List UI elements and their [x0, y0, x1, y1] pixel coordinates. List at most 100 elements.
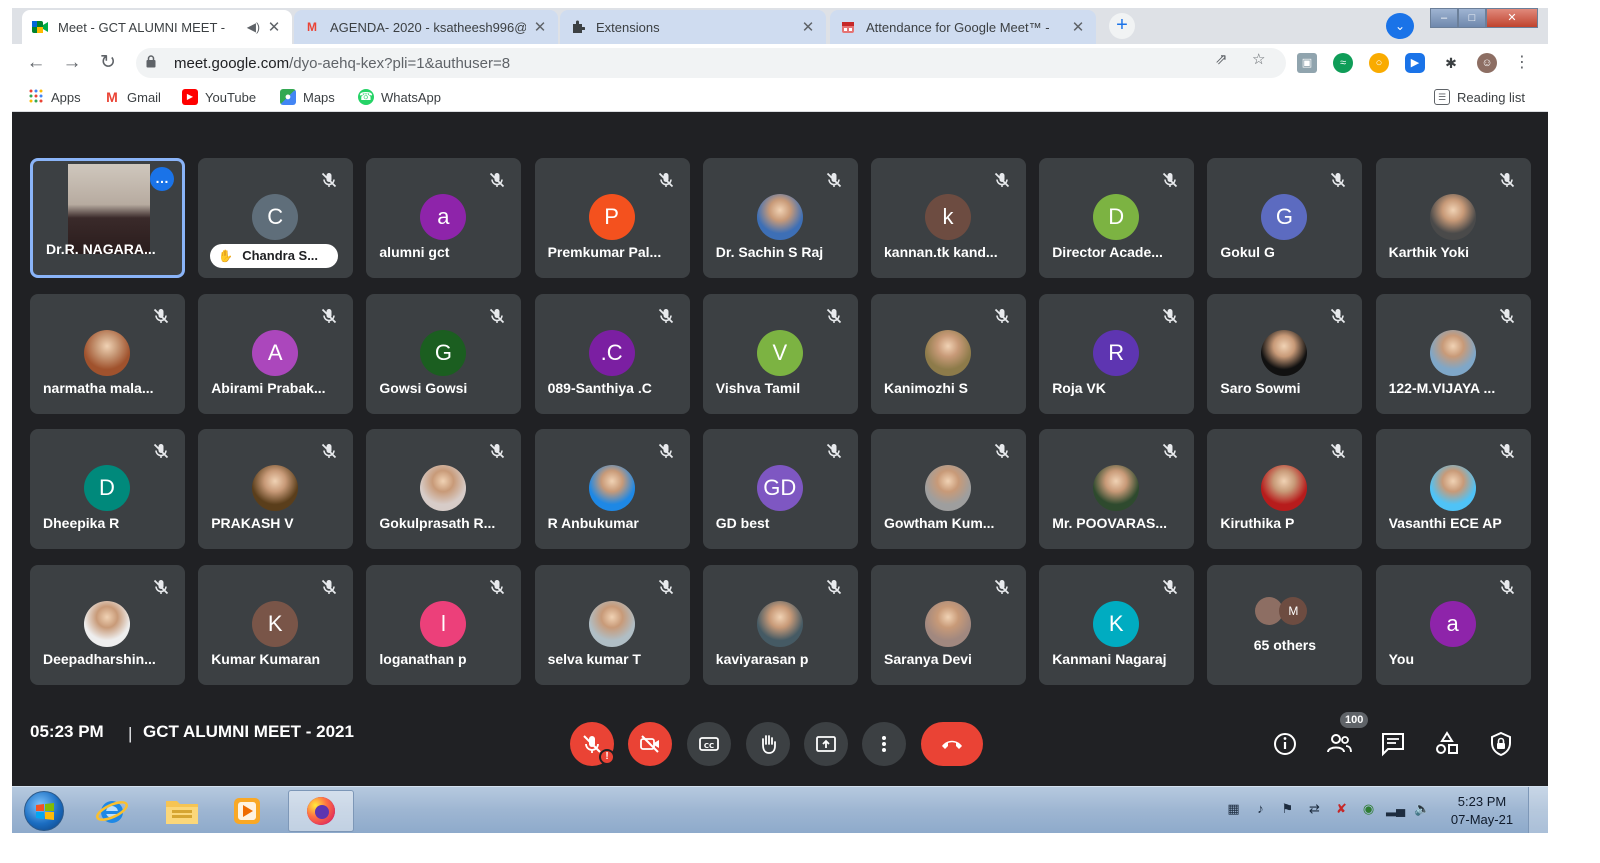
participant-tile[interactable]: P Premkumar Pal... — [534, 158, 690, 278]
tray-clock[interactable]: 5:23 PM 07-May-21 — [1442, 793, 1522, 829]
participant-tile[interactable]: M 65 others — [1207, 564, 1363, 685]
participant-tile[interactable]: Deepadharshin... — [30, 564, 185, 685]
people-icon[interactable] — [1325, 730, 1353, 758]
more-options-button[interactable] — [862, 722, 906, 766]
flag-icon[interactable]: ⚑ — [1278, 799, 1297, 818]
profile-avatar[interactable]: ☺ — [1477, 53, 1497, 73]
close-icon[interactable]: ✕ — [1070, 18, 1086, 36]
firefox-icon[interactable] — [288, 790, 354, 832]
star-icon[interactable]: ☆ — [1252, 50, 1265, 68]
captions-button[interactable]: CC — [687, 722, 731, 766]
participant-tile[interactable]: Kanimozhi S — [871, 293, 1026, 414]
participant-tile[interactable]: Dr. Sachin S Raj — [702, 158, 858, 278]
participant-tile[interactable]: a You — [1375, 564, 1531, 685]
extension-orange-icon[interactable]: ○ — [1369, 53, 1389, 73]
tab-extensions[interactable]: Extensions ✕ — [560, 10, 826, 44]
participant-tile[interactable]: A Abirami Prabak... — [198, 293, 354, 414]
share-icon[interactable]: ⇗ — [1215, 50, 1228, 68]
participant-tile[interactable]: … Dr.R. NAGARA... — [30, 158, 185, 278]
avatar — [1261, 465, 1308, 511]
more-options-icon[interactable]: … — [150, 167, 174, 191]
present-screen-button[interactable] — [804, 722, 848, 766]
participant-tile[interactable]: Karthik Yoki — [1375, 158, 1531, 278]
extensions-puzzle-icon[interactable]: ✱ — [1441, 53, 1461, 73]
extension-green-icon[interactable]: ≈ — [1333, 53, 1353, 73]
close-icon[interactable]: ✕ — [266, 18, 282, 36]
participant-tile[interactable]: .C 089-Santhiya .C — [534, 293, 690, 414]
back-arrow-icon[interactable]: ← — [24, 51, 48, 75]
maximize-button[interactable]: □ — [1458, 8, 1486, 28]
participant-tile[interactable]: 122-M.VIJAYA ... — [1375, 293, 1531, 414]
media-player-icon[interactable] — [217, 790, 277, 832]
participant-tile[interactable]: PRAKASH V — [198, 429, 354, 549]
participant-tile[interactable]: selva kumar T — [534, 564, 690, 685]
activities-icon[interactable] — [1433, 730, 1461, 758]
participant-tile[interactable]: V Vishva Tamil — [702, 293, 858, 414]
file-explorer-icon[interactable] — [152, 790, 212, 832]
participant-tile[interactable]: C Chandra S... ✋ — [198, 158, 354, 278]
raise-hand-button[interactable] — [746, 722, 790, 766]
close-icon[interactable]: ✕ — [800, 18, 816, 36]
tab-agenda[interactable]: M AGENDA- 2020 - ksatheesh996@ ✕ — [294, 10, 558, 44]
security-icon[interactable]: ◉ — [1359, 799, 1378, 818]
participant-tile[interactable]: l loganathan p — [366, 564, 522, 685]
participant-tile[interactable]: Saro Sowmi — [1207, 293, 1363, 414]
mic-toggle-button[interactable]: ! — [570, 722, 615, 766]
participant-tile[interactable]: D Dheepika R — [30, 429, 185, 549]
participant-tile[interactable]: D Director Acade... — [1039, 158, 1195, 278]
meeting-info-icon[interactable] — [1271, 730, 1299, 758]
muted-mic-icon — [1160, 170, 1180, 190]
show-desktop-button[interactable] — [1528, 787, 1548, 833]
chat-icon[interactable] — [1379, 730, 1407, 758]
antivirus-icon[interactable]: ✘ — [1332, 799, 1351, 818]
participant-tile[interactable]: Mr. POOVARAS... — [1039, 429, 1195, 549]
forward-arrow-icon[interactable]: → — [60, 51, 84, 75]
minimize-button[interactable]: – — [1430, 8, 1458, 28]
reload-icon[interactable]: ↻ — [96, 51, 120, 75]
participant-tile[interactable]: kaviyarasan p — [702, 564, 858, 685]
participant-tile[interactable]: k kannan.tk kand... — [871, 158, 1026, 278]
tab-attendance[interactable]: Attendance for Google Meet™ - ✕ — [830, 10, 1096, 44]
new-tab-button[interactable]: + — [1109, 13, 1135, 39]
participant-tile[interactable]: Gowtham Kum... — [871, 429, 1026, 549]
speaker-icon[interactable]: ◀) — [247, 20, 260, 34]
bookmark-maps[interactable]: ● Maps — [280, 88, 335, 106]
participant-tile[interactable]: Gokulprasath R... — [366, 429, 522, 549]
participant-tile[interactable]: Saranya Devi — [871, 564, 1026, 685]
zoom-extension-icon[interactable]: ▶ — [1405, 53, 1425, 73]
start-button[interactable] — [24, 791, 64, 831]
avatar — [925, 600, 971, 647]
network-sync-icon[interactable]: ⇄ — [1305, 799, 1324, 818]
participant-tile[interactable]: Kiruthika P — [1207, 429, 1363, 549]
action-center-icon[interactable]: ▦ — [1224, 799, 1243, 818]
volume-icon[interactable]: 🔈 — [1413, 799, 1432, 818]
leave-call-button[interactable] — [921, 722, 983, 766]
close-window-button[interactable]: ✕ — [1486, 8, 1538, 28]
bookmark-whatsapp[interactable]: ☎ WhatsApp — [358, 88, 441, 106]
host-controls-icon[interactable] — [1487, 730, 1515, 758]
participant-tile[interactable]: a alumni gct — [366, 158, 522, 278]
reading-list[interactable]: ☰ Reading list — [1434, 88, 1525, 106]
camera-toggle-button[interactable] — [628, 722, 672, 766]
participant-tile[interactable]: R Roja VK — [1039, 293, 1195, 414]
close-icon[interactable]: ✕ — [532, 18, 548, 36]
participant-tile[interactable]: Vasanthi ECE AP — [1375, 429, 1531, 549]
signal-icon[interactable]: ▂▄ — [1386, 799, 1405, 818]
participant-tile[interactable]: R Anbukumar — [534, 429, 690, 549]
tab-search-icon[interactable]: ⌄ — [1386, 13, 1414, 39]
internet-explorer-icon[interactable] — [82, 790, 142, 832]
participant-tile[interactable]: GD GD best — [702, 429, 858, 549]
bookmark-apps[interactable]: Apps — [28, 88, 81, 106]
address-bar[interactable]: meet.google.com/dyo-aehq-kex?pli=1&authu… — [136, 48, 1286, 78]
participant-tile[interactable]: G Gokul G — [1207, 158, 1363, 278]
participant-tile[interactable]: G Gowsi Gowsi — [366, 293, 522, 414]
bookmark-gmail[interactable]: M Gmail — [104, 88, 161, 106]
speaker-icon[interactable]: ♪ — [1251, 799, 1270, 818]
chrome-menu-icon[interactable]: ⋮ — [1512, 53, 1532, 73]
participant-tile[interactable]: K Kumar Kumaran — [198, 564, 354, 685]
bookmark-youtube[interactable]: ▶ YouTube — [182, 88, 256, 106]
participant-tile[interactable]: K Kanmani Nagaraj — [1039, 564, 1195, 685]
screen-capture-icon[interactable]: ▣ — [1297, 53, 1317, 73]
tab-meet[interactable]: Meet - GCT ALUMNI MEET - ◀) ✕ — [22, 10, 292, 44]
participant-tile[interactable]: narmatha mala... — [30, 293, 185, 414]
